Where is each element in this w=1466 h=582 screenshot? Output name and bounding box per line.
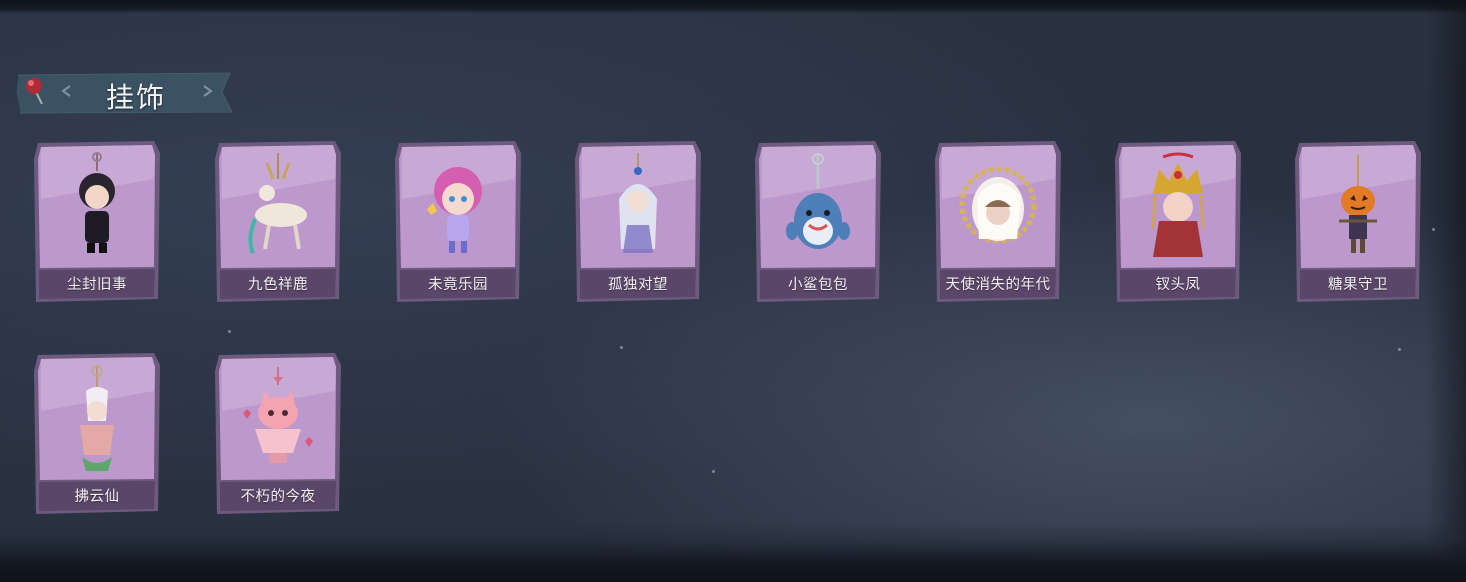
charm-card[interactable]: 小鲨包包 <box>753 139 883 304</box>
charm-name: 不朽的今夜 <box>240 489 316 505</box>
charm-card[interactable]: 钗头凤 <box>1113 139 1243 304</box>
charm-card[interactable]: 不朽的今夜 <box>213 351 343 516</box>
pumpkin-scarecrow-charm-icon <box>1339 155 1377 253</box>
charm-name: 小鲨包包 <box>788 277 848 293</box>
charm-card[interactable]: 尘封旧事 <box>32 139 162 304</box>
sparkle <box>712 470 715 473</box>
charm-name: 天使消失的年代 <box>945 277 1051 293</box>
shark-charm-icon <box>786 153 850 249</box>
sparkle <box>1398 348 1401 351</box>
collection-screen: 挂饰 尘封旧事 九色祥鹿 未竟乐园 孤独对望 小鲨包包 天使消失的年代 钗头凤 … <box>0 0 1466 582</box>
sparkle <box>620 346 623 349</box>
cloud-fairy-charm-icon <box>80 365 114 471</box>
bottom-torn-edge <box>0 522 1466 582</box>
section-title: 挂饰 <box>106 81 167 114</box>
pink-cat-cup-charm-icon <box>243 367 313 463</box>
charm-name: 九色祥鹿 <box>248 277 308 293</box>
top-torn-edge <box>0 0 1466 14</box>
white-hair-figure-charm-icon <box>619 153 657 253</box>
charm-card[interactable]: 未竟乐园 <box>393 139 523 304</box>
chibi-gentleman-charm-icon <box>79 152 115 253</box>
sparkle <box>228 330 231 333</box>
angel-portrait-charm-icon <box>959 166 1037 244</box>
charm-name: 糖果守卫 <box>1328 277 1388 293</box>
phoenix-crown-charm-icon <box>1152 152 1204 257</box>
charm-name: 孤独对望 <box>608 277 668 293</box>
pink-hair-girl-charm-icon <box>427 167 482 253</box>
charm-card[interactable]: 拂云仙 <box>32 351 162 516</box>
right-vignette <box>1426 0 1466 582</box>
sparkle <box>1432 228 1435 231</box>
charm-name: 钗头凤 <box>1155 277 1201 293</box>
charm-name: 拂云仙 <box>74 489 120 505</box>
deer-charm-icon <box>248 153 307 254</box>
charm-card[interactable]: 天使消失的年代 <box>933 139 1063 304</box>
charm-name: 未竟乐园 <box>428 277 488 293</box>
charm-card[interactable]: 糖果守卫 <box>1293 139 1423 304</box>
charm-card[interactable]: 孤独对望 <box>573 139 703 304</box>
charm-card[interactable]: 九色祥鹿 <box>213 139 343 304</box>
section-title-tag: 挂饰 <box>16 72 234 114</box>
charm-name: 尘封旧事 <box>67 277 127 293</box>
